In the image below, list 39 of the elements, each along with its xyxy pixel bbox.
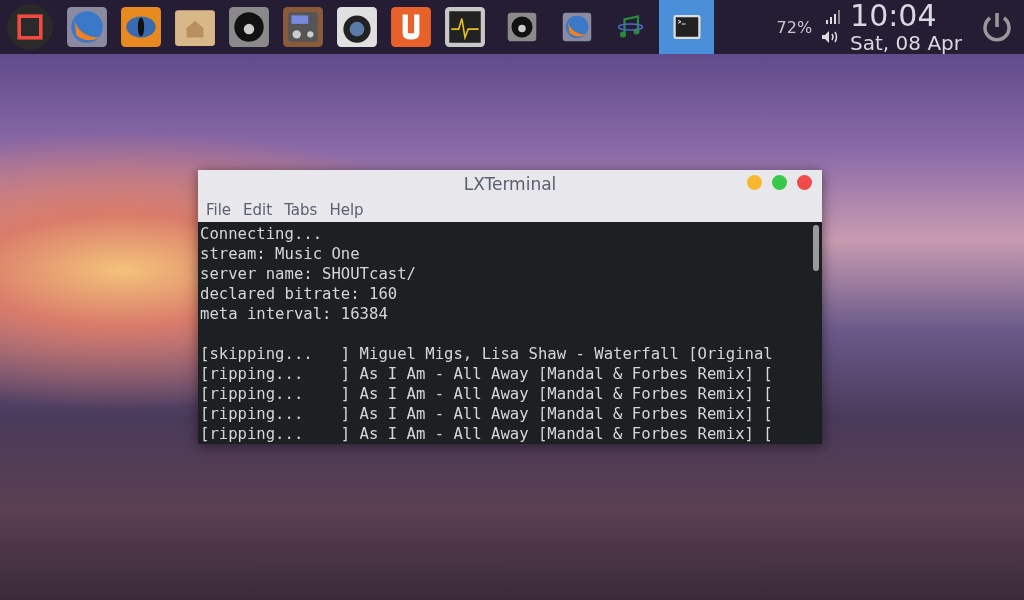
window-title: LXTerminal [463, 173, 557, 194]
terminal-line: [ripping... ] As I Am - All Away [Mandal & Forbes Remix] [ [200, 404, 774, 424]
signal-icon[interactable] [826, 10, 841, 24]
launcher-button[interactable] [336, 6, 378, 48]
terminal-icon [671, 12, 702, 42]
close-button[interactable] [797, 175, 812, 190]
launcher-button[interactable] [282, 6, 324, 48]
clock-time: 10:04 [850, 1, 937, 31]
launcher-button[interactable] [66, 6, 108, 48]
scrollbar-thumb[interactable] [813, 225, 819, 271]
terminal-line: [ripping... ] As I Am - All Away [Mandal & Forbes Remix] [ [200, 384, 774, 404]
launcher-button[interactable] [228, 6, 270, 48]
terminal-line: [ripping... ] As I Am - All Away [Mandal & Forbes Remix] [ [200, 364, 774, 384]
menu-item[interactable]: Help [325, 200, 368, 219]
terminal-line: [skipping... ] Miguel Migs, Lisa Shaw - Waterfall [Original [200, 344, 774, 364]
menu-item[interactable]: Edit [239, 200, 277, 219]
taskbar-button[interactable] [659, 0, 714, 54]
launcher-button[interactable] [444, 6, 486, 48]
globe-icon [66, 6, 108, 48]
clock-date: Sat, 08 Apr [850, 33, 962, 53]
terminal-line: declared bitrate: 160 [200, 284, 399, 304]
system-monitor-icon [444, 6, 486, 48]
menu-item[interactable]: File [202, 200, 236, 219]
menu-item[interactable]: Tabs [280, 200, 322, 219]
stop-icon [6, 3, 54, 51]
launcher-button[interactable] [120, 6, 162, 48]
eye-icon [120, 6, 162, 48]
terminal-line: [ripping... ] As I Am - All Away [Mandal & Forbes Remix] [ [200, 424, 774, 444]
camera-icon [336, 6, 378, 48]
terminal-line: Connecting... [200, 224, 324, 244]
power-icon[interactable] [980, 10, 1014, 44]
u-shape-icon [390, 6, 432, 48]
terminal-line: server name: SHOUTcast/ [200, 264, 417, 284]
terminal-line: meta interval: 16384 [200, 304, 389, 324]
radio-icon [282, 6, 324, 48]
launcher-button[interactable] [390, 6, 432, 48]
battery-percentage: 72% [776, 17, 813, 37]
globe-icon [561, 12, 592, 42]
terminal-line: stream: Music One [200, 244, 361, 264]
